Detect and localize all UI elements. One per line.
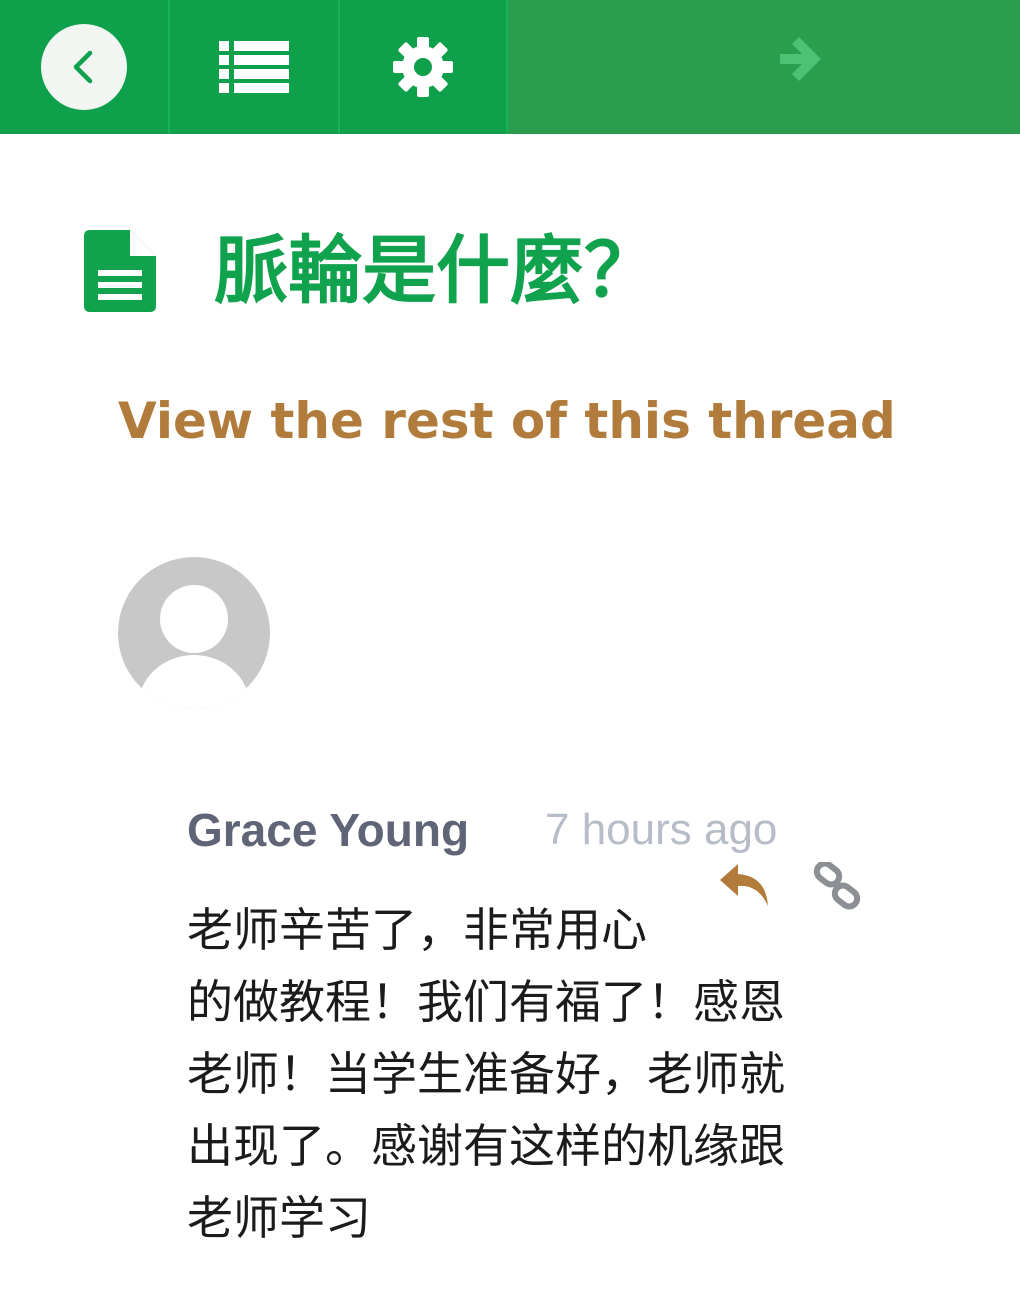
list-icon bbox=[219, 41, 289, 93]
comment-author[interactable]: Grace Young bbox=[187, 800, 469, 860]
list-button[interactable] bbox=[170, 0, 340, 134]
back-button-circle bbox=[41, 24, 127, 110]
chevron-left-icon bbox=[73, 50, 93, 84]
document-icon bbox=[84, 230, 156, 312]
arrow-right-icon[interactable] bbox=[776, 34, 826, 84]
comment-line: 老师辛苦了，非常用心 bbox=[187, 903, 647, 957]
top-navigation-bar bbox=[0, 0, 1020, 134]
gear-icon bbox=[393, 37, 453, 97]
comment-line: 的做教程！我们有福了！感恩 bbox=[187, 975, 785, 1029]
comment-line: 出现了。感谢有这样的机缘跟 bbox=[187, 1119, 785, 1173]
avatar bbox=[118, 557, 270, 709]
page-title: 脈輪是什麼？ bbox=[214, 228, 658, 314]
comment-timestamp: 7 hours ago bbox=[545, 805, 778, 854]
back-button[interactable] bbox=[0, 0, 170, 134]
comment-line: 老师学习 bbox=[187, 1191, 371, 1245]
comment-body: 老师辛苦了，非常用心 的做教程！我们有福了！感恩 老师！当学生准备好，老师就 出… bbox=[187, 894, 857, 1254]
topbar-right-area bbox=[508, 0, 1020, 134]
comment-line: 老师！当学生准备好，老师就 bbox=[187, 1047, 785, 1101]
default-user-avatar bbox=[138, 585, 250, 709]
settings-button[interactable] bbox=[340, 0, 508, 134]
view-thread-link[interactable]: View the rest of this thread bbox=[118, 390, 896, 452]
